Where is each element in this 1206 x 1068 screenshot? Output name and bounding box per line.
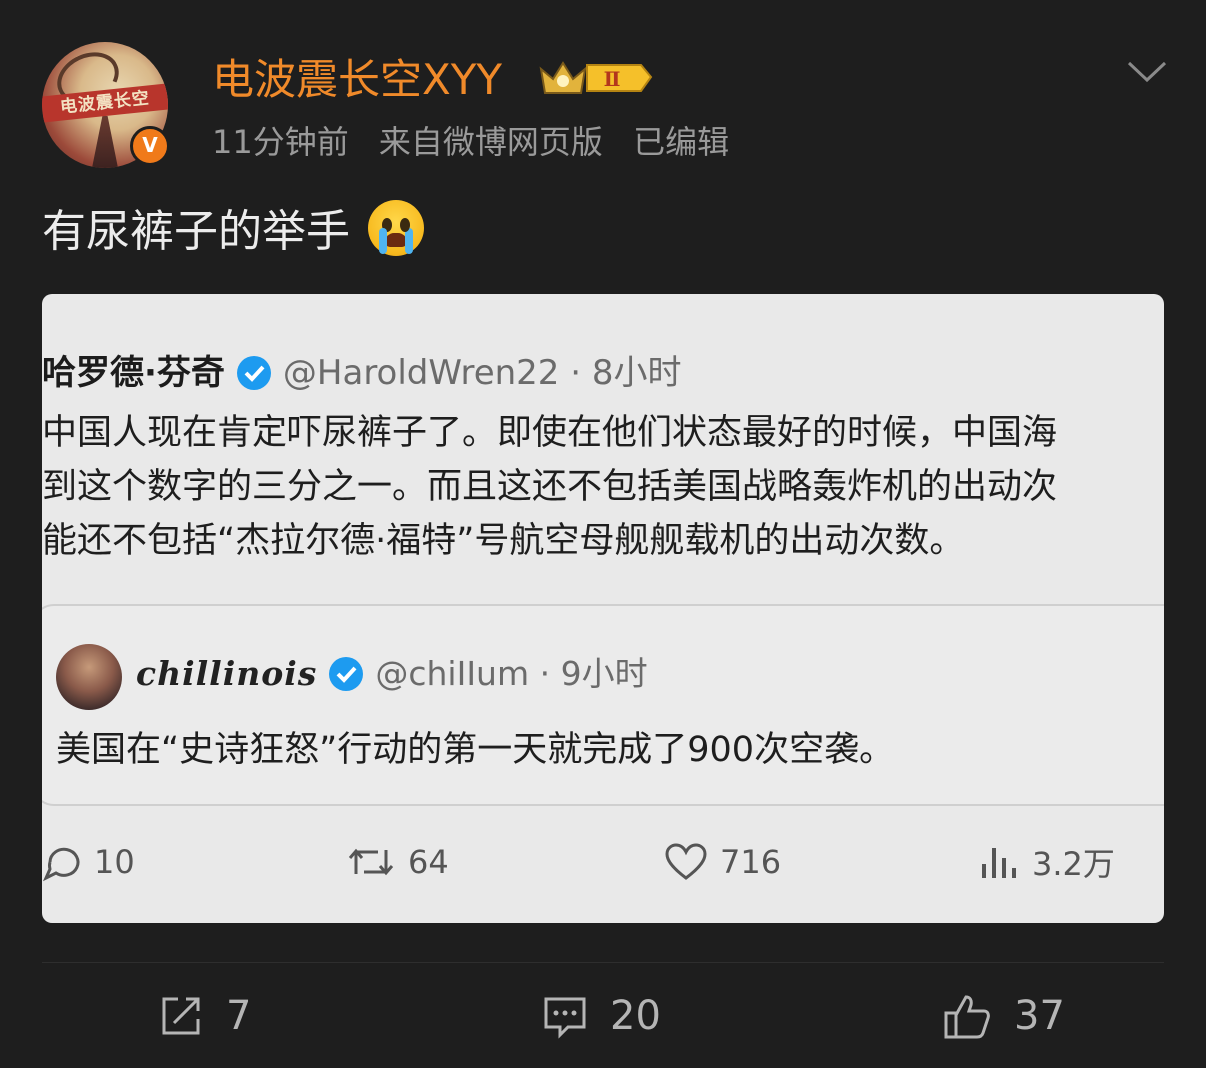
tweet-line: 到这个数字的三分之一。而且这还不包括美国战略轰炸机的出动次 <box>42 467 1058 507</box>
reply-count: 10 <box>94 843 135 881</box>
quoted-tweet: chillinois @chiIIum · 9小时 美国在“史诗狂怒”行动的第一天… <box>42 604 1164 806</box>
tweet-retweets: 64 <box>346 834 449 890</box>
heart-icon <box>665 843 707 880</box>
quote-avatar <box>56 644 122 710</box>
reply-bubble-icon <box>42 847 80 882</box>
tweet-line: 能还不包括“杰拉尔德·福特”号航空母舰舰载机的出动次数。 <box>42 521 965 561</box>
verified-check-icon <box>236 356 271 390</box>
post-time: 11分钟前 <box>212 123 349 161</box>
author-avatar[interactable]: 电波震长空 V <box>42 42 170 168</box>
comment-button[interactable]: 20 <box>542 988 661 1044</box>
embedded-tweet-image[interactable]: 哈罗德·芬奇 @HaroldWren22 · 8小时 中国人现在肯定吓尿裤子了。即… <box>42 294 1164 923</box>
repost-count: 7 <box>226 993 252 1039</box>
view-count: 3.2万 <box>1032 845 1115 883</box>
tweet-header: 哈罗德·芬奇 @HaroldWren22 · 8小时 <box>42 349 682 397</box>
retweet-count: 64 <box>408 843 449 881</box>
level-badge-text: Ⅱ <box>604 67 621 91</box>
repost-button[interactable]: 7 <box>158 988 251 1044</box>
comment-count: 20 <box>610 993 661 1039</box>
post-source: 来自微博网页版 <box>378 123 603 161</box>
views-bar-icon <box>982 848 1016 878</box>
retweet-icon <box>348 848 394 876</box>
member-crown-badge-icon[interactable]: Ⅱ <box>537 55 655 99</box>
quote-time: · 9小时 <box>539 654 648 693</box>
thumbs-up-icon <box>944 995 990 1039</box>
post-text-content: 有尿裤子的举手 <box>42 206 350 257</box>
chevron-down-icon[interactable] <box>1126 56 1168 86</box>
crying-face-icon <box>368 200 424 256</box>
tower-graphic <box>92 116 118 168</box>
repost-share-icon <box>162 997 200 1035</box>
quote-handle: @chiIIum <box>375 654 530 693</box>
verified-v-icon: V <box>130 126 170 166</box>
tweet-body: 中国人现在肯定吓尿裤子了。即使在他们状态最好的时候，中国海 到这个数字的三分之一… <box>42 406 1164 568</box>
tweet-replies: 10 <box>42 834 135 890</box>
divider <box>42 962 1164 963</box>
author-name[interactable]: 电波震长空XYY <box>212 52 502 108</box>
comment-bubble-icon <box>544 997 586 1039</box>
quote-header: chillinois @chiIIum · 9小时 <box>136 650 648 698</box>
like-button[interactable]: 37 <box>942 988 1065 1044</box>
verified-check-icon <box>329 657 364 691</box>
tweet-time: · 8小时 <box>570 353 682 393</box>
post-meta: 11分钟前 来自微博网页版 已编辑 <box>212 120 749 164</box>
tweet-views: 3.2万 <box>980 834 1115 890</box>
tweet-handle: @HaroldWren22 <box>282 353 560 393</box>
like-count-weibo: 37 <box>1014 993 1065 1039</box>
quote-author-name: chillinois <box>136 654 318 693</box>
like-count: 716 <box>720 843 782 881</box>
quote-body: 美国在“史诗狂怒”行动的第一天就完成了900次空袭。 <box>56 730 895 770</box>
post-text: 有尿裤子的举手 <box>42 200 424 264</box>
tweet-stats: 10 64 716 3.2万 <box>42 834 1164 890</box>
tweet-author-name: 哈罗德·芬奇 <box>42 353 225 393</box>
post-edited-flag: 已编辑 <box>633 123 730 161</box>
tweet-line: 中国人现在肯定吓尿裤子了。即使在他们状态最好的时候，中国海 <box>42 413 1058 453</box>
tweet-likes: 716 <box>664 834 781 890</box>
